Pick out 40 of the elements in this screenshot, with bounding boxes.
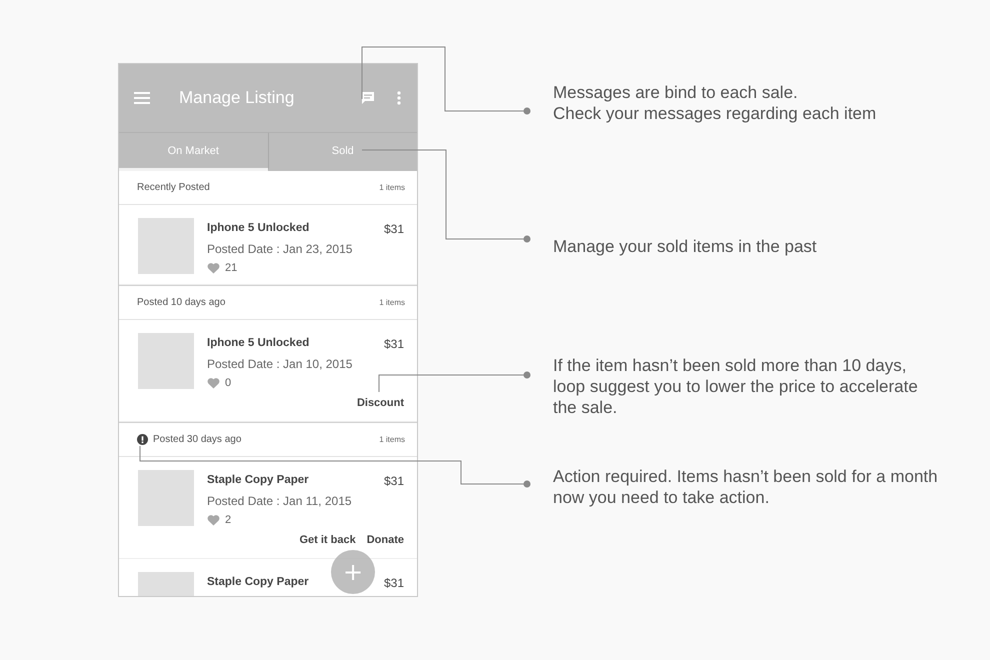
heart-icon: [207, 377, 220, 389]
item-name: Staple Copy Paper: [207, 474, 309, 488]
item-price: $31: [384, 474, 404, 488]
action-button[interactable]: Donate: [366, 534, 404, 546]
thumbnail: [138, 333, 194, 389]
heart-icon: [207, 514, 220, 526]
item-price: $31: [384, 222, 404, 236]
annotation-text: Messages are bind to each sale. Check your messages regarding each item: [553, 82, 876, 124]
like-count: 21: [225, 262, 238, 274]
heart-icon: [207, 262, 220, 274]
more-icon[interactable]: [397, 91, 401, 105]
listing-card[interactable]: Staple Copy Paper $31 Posted Date : Jan 11, 2015 2 Get it back Donate: [119, 457, 417, 559]
listing-card[interactable]: Iphone 5 Unlocked $31 Posted Date : Jan 10, 2015 0 Discount: [119, 320, 417, 422]
posted-date: Posted Date : Jan 23, 2015: [207, 242, 354, 256]
action-button[interactable]: Discount: [356, 397, 404, 409]
screen-title: Manage Listing: [179, 88, 296, 108]
section-title: Posted 10 days ago: [137, 297, 226, 308]
item-name: Staple Copy Paper: [207, 576, 309, 590]
section-title: Posted 30 days ago: [153, 434, 242, 445]
item-count: 1 items: [379, 298, 405, 307]
action-button[interactable]: Get it back: [299, 534, 356, 546]
posted-date: Posted Date : Jan 10, 2015: [207, 357, 354, 371]
listing-card[interactable]: Iphone 5 Unlocked $31 Posted Date : Jan 23, 2015 21: [119, 205, 417, 285]
thumbnail: [138, 218, 194, 274]
section-title: Recently Posted: [137, 182, 211, 193]
menu-icon[interactable]: [133, 91, 151, 105]
annotation-text: Manage your sold items in the past: [553, 236, 817, 257]
like-count: 0: [225, 377, 232, 389]
chat-icon[interactable]: [361, 91, 375, 105]
like-count: 2: [225, 514, 232, 526]
annotation-text: If the item hasn’t been sold more than 10 days, loop suggest you to lower the price to accelerate the sale.: [553, 355, 918, 418]
posted-date: Posted Date : Jan 11, 2015: [207, 494, 353, 508]
item-price: $31: [384, 576, 404, 590]
item-count: 1 items: [379, 435, 405, 444]
item-name: Iphone 5 Unlocked: [207, 222, 310, 236]
item-name: Iphone 5 Unlocked: [207, 337, 310, 351]
thumbnail: [138, 470, 194, 526]
annotation-text: Action required. Items hasn’t been sold for a month now you need to take action.: [553, 466, 938, 508]
item-price: $31: [384, 337, 404, 351]
item-count: 1 items: [379, 183, 405, 192]
